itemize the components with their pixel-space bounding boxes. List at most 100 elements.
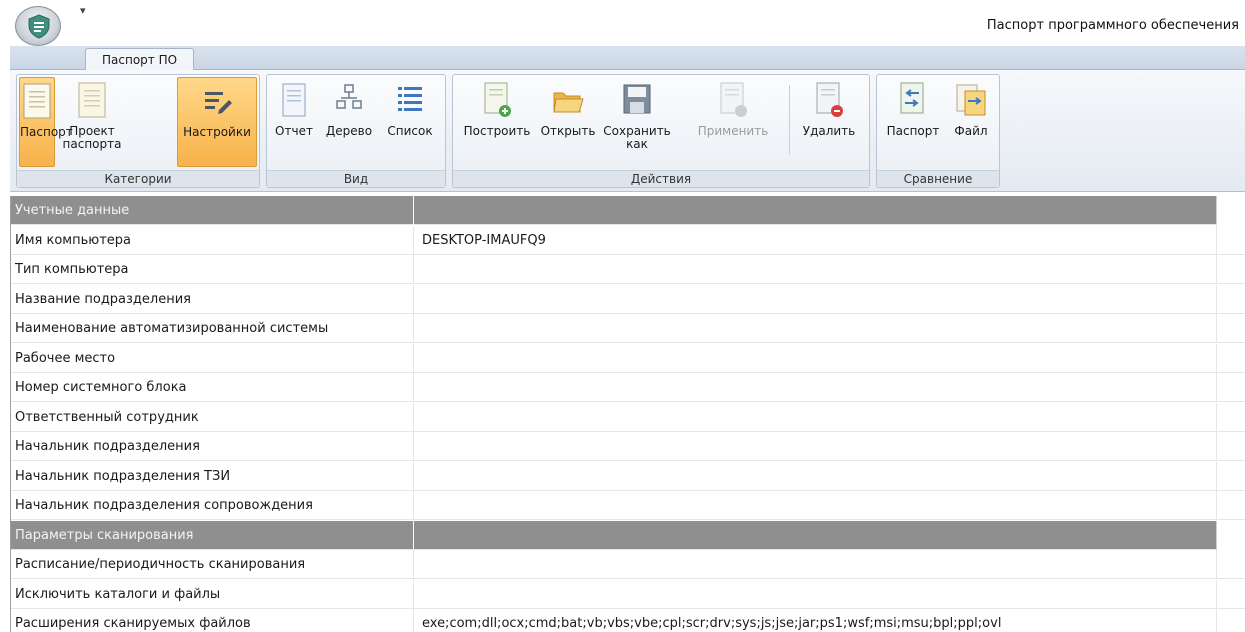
quick-access-toolbar-dropdown[interactable]: ▾ — [80, 4, 86, 17]
passport-category-button[interactable]: Паспорт — [19, 77, 73, 167]
build-document-icon — [484, 82, 511, 117]
open-label: Открыть — [540, 124, 596, 138]
property-row[interactable]: Расписание/периодичность сканирования — [11, 550, 1245, 579]
settings-category-button[interactable]: Настройки — [177, 77, 257, 167]
property-label: Наименование автоматизированной системы — [11, 314, 414, 343]
property-value-cell[interactable] — [414, 314, 1216, 343]
property-label: Начальник подразделения — [11, 432, 414, 461]
delete-button[interactable]: Удалить — [795, 77, 863, 167]
property-row[interactable]: Начальник подразделения сопровождения — [11, 491, 1245, 520]
compare-passport-button[interactable]: Паспорт — [881, 77, 945, 167]
list-icon — [398, 87, 422, 111]
property-label: Название подразделения — [11, 285, 414, 314]
window-title: Паспорт программного обеспечения — [986, 18, 1239, 33]
tree-view-label: Дерево — [325, 124, 373, 138]
property-value-cell[interactable]: exe;com;dll;ocx;cmd;bat;vb;vbs;vbe;cpl;s… — [414, 609, 1216, 632]
property-value-cell[interactable] — [414, 285, 1216, 314]
property-value-cell[interactable] — [414, 255, 1216, 284]
row-end-cell — [1216, 580, 1245, 609]
title-bar: ▾ Паспорт программного обеспечения — [0, 0, 1245, 48]
property-row[interactable]: Ответственный сотрудник — [11, 403, 1245, 432]
property-value-cell[interactable] — [414, 462, 1216, 491]
section-header-label: Параметры сканирования — [11, 521, 414, 550]
report-view-label: Отчет — [275, 124, 313, 138]
row-end-cell — [1216, 285, 1245, 314]
build-label: Построить — [463, 124, 531, 138]
row-end-cell — [1216, 609, 1245, 632]
ribbon-group-actions: Построить Открыть Сохранить как Применит… — [452, 74, 870, 188]
toolbar-separator — [789, 85, 790, 155]
property-label: Номер системного блока — [11, 373, 414, 402]
property-row[interactable]: Расширения сканируемых файлов exe;com;dll… — [11, 609, 1245, 632]
save-icon — [623, 84, 651, 114]
open-folder-icon — [553, 92, 584, 113]
report-view-button[interactable]: Отчет — [271, 77, 317, 167]
apply-button[interactable]: Применить — [693, 77, 773, 167]
property-label: Ответственный сотрудник — [11, 403, 414, 432]
tab-passport-po[interactable]: Паспорт ПО — [85, 48, 195, 72]
list-view-label: Список — [387, 124, 433, 138]
open-button[interactable]: Открыть — [539, 77, 597, 167]
build-button[interactable]: Построить — [457, 77, 537, 167]
property-row[interactable]: Имя компьютера DESKTOP-IMAUFQ9 — [11, 226, 1245, 255]
property-label: Начальник подразделения сопровождения — [11, 491, 414, 520]
settings-edit-icon — [205, 92, 232, 114]
property-label: Имя компьютера — [11, 226, 414, 255]
ribbon-group-categories: Паспорт Проект паспорта Настройки Катего… — [16, 74, 260, 188]
ribbon-tab-strip: Паспорт ПО — [10, 46, 1245, 72]
property-row[interactable]: Тип компьютера — [11, 255, 1245, 284]
row-end-cell — [1216, 255, 1245, 284]
property-label: Тип компьютера — [11, 255, 414, 284]
compare-file-label: Файл — [954, 124, 988, 138]
report-icon — [282, 83, 306, 117]
compare-passport-label: Паспорт — [886, 124, 940, 138]
property-label: Расписание/периодичность сканирования — [11, 550, 414, 579]
property-value-cell[interactable] — [414, 580, 1216, 609]
ribbon-group-view: Отчет Дерево Список Вид — [266, 74, 446, 188]
property-value-cell[interactable] — [414, 403, 1216, 432]
property-value-cell[interactable] — [414, 344, 1216, 373]
section-header-row: Учетные данные — [11, 196, 1245, 225]
property-value-cell[interactable] — [414, 491, 1216, 520]
document-icon — [23, 83, 51, 119]
property-label: Рабочее место — [11, 344, 414, 373]
save-as-button[interactable]: Сохранить как — [601, 77, 673, 167]
delete-icon — [816, 82, 843, 117]
property-row[interactable]: Название подразделения — [11, 285, 1245, 314]
property-value-cell[interactable] — [414, 432, 1216, 461]
document-draft-icon — [78, 82, 106, 118]
ribbon: Паспорт Проект паспорта Настройки Катего… — [10, 70, 1245, 192]
property-row[interactable]: Рабочее место — [11, 344, 1245, 373]
draft-passport-category-button[interactable]: Проект паспорта — [61, 77, 123, 167]
property-row[interactable]: Исключить каталоги и файлы — [11, 580, 1245, 609]
settings-category-label: Настройки — [183, 125, 251, 139]
row-end-cell — [1216, 314, 1245, 343]
property-row[interactable]: Начальник подразделения ТЗИ — [11, 462, 1245, 491]
delete-label: Удалить — [802, 124, 856, 138]
draft-passport-category-label: Проект паспорта — [62, 124, 122, 151]
property-grid: Учетные данные Имя компьютера DESKTOP-IMAU… — [10, 196, 1245, 632]
section-header-value — [414, 521, 1216, 550]
section-header-label: Учетные данные — [11, 196, 414, 225]
tree-view-button[interactable]: Дерево — [321, 77, 377, 167]
property-value-cell[interactable] — [414, 550, 1216, 579]
ribbon-group-label: Действия — [453, 170, 869, 187]
row-end-cell — [1216, 373, 1245, 402]
row-end-cell — [1216, 432, 1245, 461]
row-end-cell — [1216, 403, 1245, 432]
section-header-value — [414, 196, 1216, 225]
application-menu-button[interactable] — [15, 6, 61, 46]
property-label: Расширения сканируемых файлов — [11, 609, 414, 632]
row-end-cell — [1216, 462, 1245, 491]
property-row[interactable]: Номер системного блока — [11, 373, 1245, 402]
compare-file-button[interactable]: Файл — [947, 77, 995, 167]
property-value-cell[interactable] — [414, 373, 1216, 402]
property-value-cell[interactable]: DESKTOP-IMAUFQ9 — [414, 226, 1216, 255]
row-end-cell — [1216, 521, 1245, 550]
property-label: Исключить каталоги и файлы — [11, 580, 414, 609]
property-row[interactable]: Начальник подразделения — [11, 432, 1245, 461]
property-row[interactable]: Наименование автоматизированной системы — [11, 314, 1245, 343]
compare-passport-icon — [900, 82, 924, 114]
list-view-button[interactable]: Список — [379, 77, 441, 167]
ribbon-group-label: Категории — [17, 170, 259, 187]
